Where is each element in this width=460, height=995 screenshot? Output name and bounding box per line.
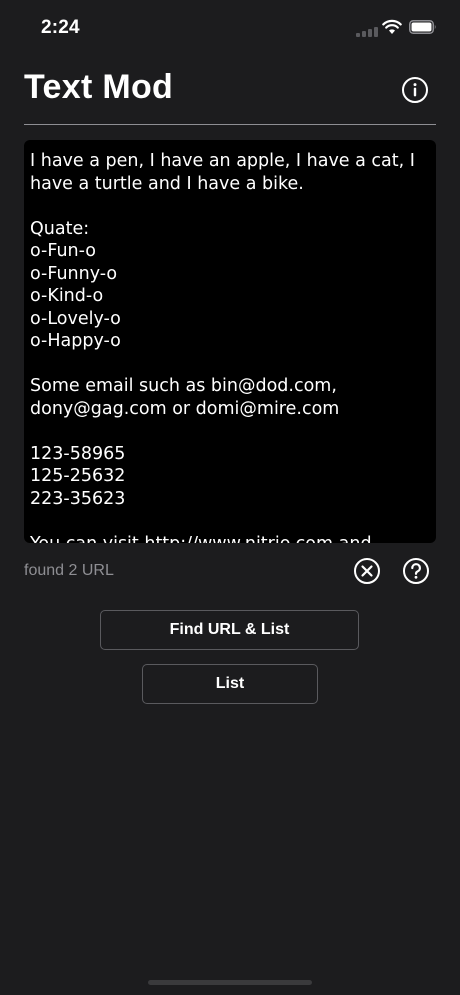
page-title: Text Mod — [24, 68, 174, 106]
status-bar: 2:24 — [0, 0, 460, 56]
find-url-list-button[interactable]: Find URL & List — [100, 610, 359, 650]
list-button[interactable]: List — [142, 664, 318, 704]
cellular-signal-icon — [356, 25, 378, 37]
editor-text[interactable]: I have a pen, I have an apple, I have a … — [30, 150, 430, 543]
info-icon[interactable] — [401, 76, 429, 104]
help-icon[interactable] — [402, 557, 430, 585]
text-editor[interactable]: I have a pen, I have an apple, I have a … — [24, 140, 436, 543]
wifi-icon — [382, 19, 402, 34]
home-indicator[interactable] — [148, 980, 312, 985]
status-time: 2:24 — [41, 17, 80, 38]
battery-icon — [409, 20, 436, 34]
clear-icon[interactable] — [353, 557, 381, 585]
header-divider — [24, 124, 436, 125]
app-screen: 2:24 Text Mod I have a pen, I have an ap… — [0, 0, 460, 995]
result-status: found 2 URL — [24, 562, 114, 579]
